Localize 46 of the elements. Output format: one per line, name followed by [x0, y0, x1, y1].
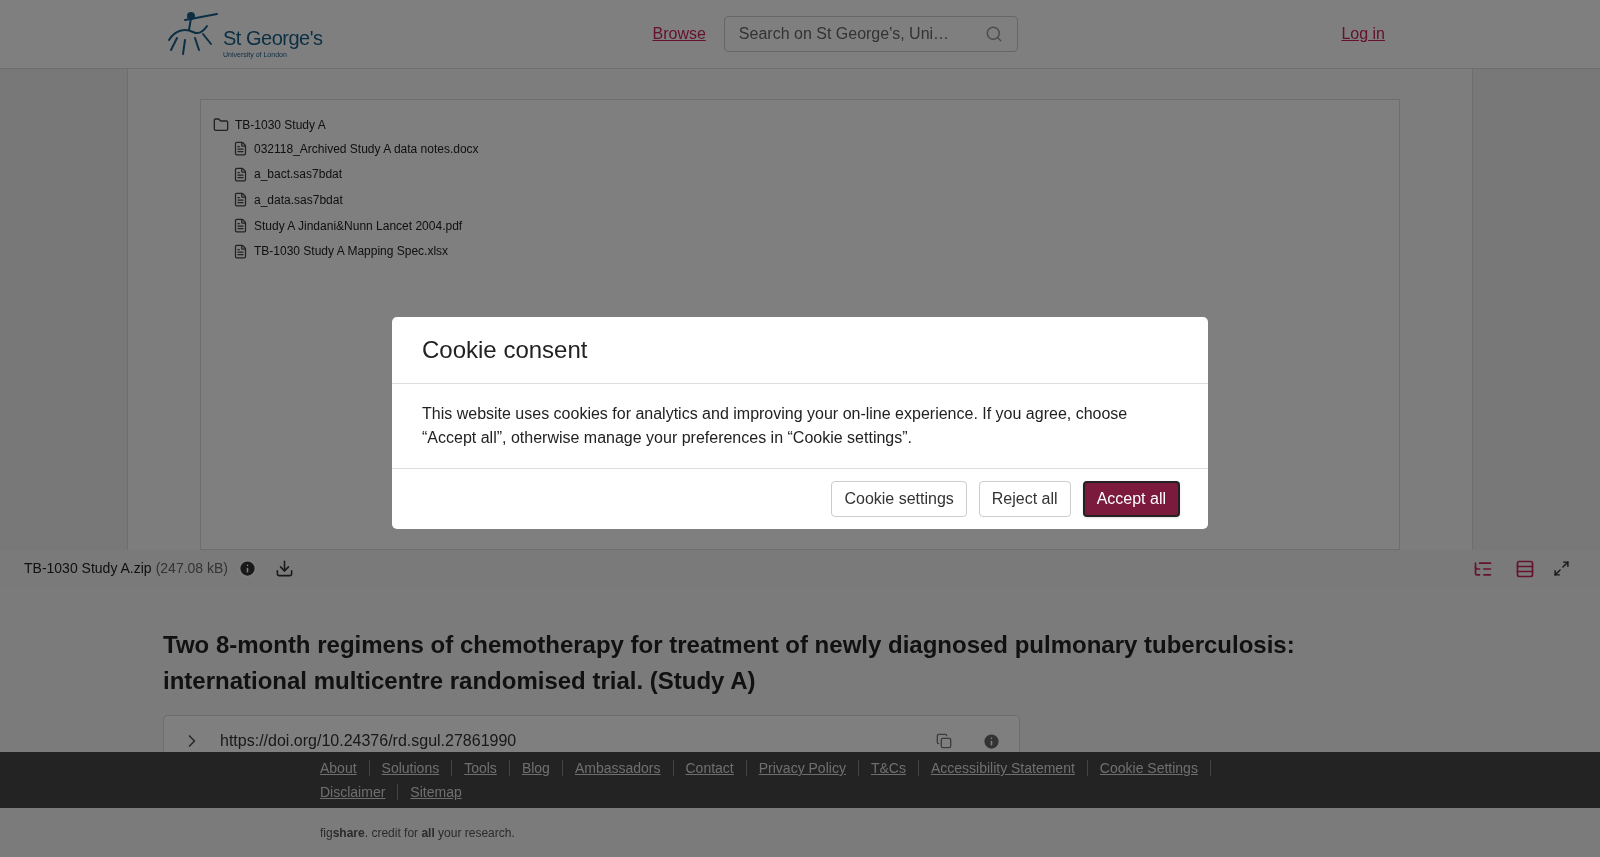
- file-name-label: TB-1030 Study A.zip: [24, 559, 152, 578]
- footer-link[interactable]: Cookie Settings: [1087, 760, 1211, 776]
- dialog-title: Cookie consent: [422, 335, 588, 365]
- dialog-button[interactable]: Cookie settings: [831, 481, 967, 517]
- info-icon[interactable]: [238, 559, 257, 578]
- footer-link[interactable]: Blog: [509, 760, 563, 776]
- file-icon: [233, 243, 248, 259]
- file-name: a_data.sas7bdat: [254, 192, 343, 209]
- dialog-message: This website uses cookies for analytics and improving your on-line experience. If you agree, choose “Accept all”, otherwise manage your preferences in “Cookie settings”.: [422, 404, 1129, 448]
- info-icon[interactable]: [982, 731, 1001, 751]
- folder-name: TB-1030 Study A: [235, 117, 326, 134]
- file-icon: [233, 141, 248, 157]
- dialog-button[interactable]: Reject all: [978, 481, 1071, 517]
- footer-link[interactable]: Contact: [673, 760, 747, 776]
- footer-link[interactable]: Tools: [452, 760, 510, 776]
- file-name: 032118_Archived Study A data notes.docx: [254, 140, 479, 158]
- footer-link[interactable]: Ambassadors: [562, 760, 674, 776]
- footer-link[interactable]: T&Cs: [858, 760, 919, 776]
- rows-view-icon[interactable]: [1515, 558, 1535, 579]
- footer-link[interactable]: Privacy Policy: [746, 760, 859, 776]
- footer-link[interactable]: Accessibility Statement: [918, 760, 1088, 776]
- logo-name: St George's: [223, 28, 323, 48]
- file-name: Study A Jindani&Nunn Lancet 2004.pdf: [254, 217, 463, 235]
- file-size: (247.08 kB): [155, 559, 228, 578]
- file-icon: [233, 192, 248, 208]
- accept-button[interactable]: Accept all: [1082, 481, 1180, 517]
- folder-icon: [213, 117, 229, 133]
- article-title: Two 8-month regimens of chemotherapy for treatment of newly diagnosed pulmonary tuberculosis: international multicentre randomised trial. (Study A): [163, 630, 1296, 696]
- footer-link[interactable]: Solutions: [369, 760, 453, 776]
- file-icon: [233, 218, 248, 234]
- search-placeholder: Search on St George's, Uni…: [738, 24, 951, 44]
- file-icon: [233, 166, 248, 182]
- footer-link[interactable]: Sitemap: [398, 784, 474, 800]
- file-name: TB-1030 Study A Mapping Spec.xlsx: [254, 243, 449, 261]
- footer-link[interactable]: About: [320, 760, 370, 776]
- doi-link[interactable]: https://doi.org/10.24376/rd.sgul.27861990: [220, 729, 936, 752]
- browse-link[interactable]: Browse: [652, 22, 706, 46]
- fullscreen-icon[interactable]: [1553, 560, 1570, 577]
- file-name: a_bact.sas7bdat: [254, 166, 343, 184]
- download-icon[interactable]: [275, 559, 294, 578]
- search-icon: [984, 25, 1003, 43]
- footer-link[interactable]: Disclaimer: [320, 784, 399, 800]
- search-field[interactable]: Search on St George's, Uni…: [723, 16, 1018, 52]
- login-link[interactable]: Log in: [1341, 22, 1385, 46]
- copy-icon[interactable]: [936, 733, 952, 749]
- footer-tagline: figshare. credit for all your research.: [320, 824, 515, 842]
